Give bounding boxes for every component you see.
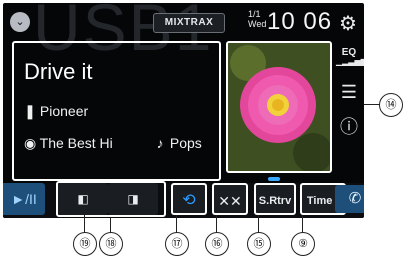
genre-row: ♪ Pops (154, 135, 202, 151)
side-icon-column: EQ ▁▂▃▅▆ ☰ ⓘ (336, 47, 364, 139)
repeat-icon: ⟲ (182, 192, 196, 209)
callout-19: ⑲ (73, 232, 97, 256)
genre-name: Pops (169, 135, 202, 151)
info-button[interactable]: ⓘ (336, 113, 362, 139)
sound-retriever-indicator (268, 177, 280, 181)
leader-line-17 (176, 215, 177, 233)
callout-15: ⑮ (247, 232, 271, 256)
artist-row: ❚ Pioneer (24, 103, 88, 120)
callout-17: ⑰ (165, 232, 189, 256)
leader-line-9 (302, 215, 303, 233)
leader-line-15 (258, 215, 259, 233)
sound-retriever-button[interactable]: S.Rtrv (254, 183, 296, 215)
phone-icon: ✆ (348, 190, 362, 207)
head-unit-screen: USB1 ⌄ MIXTRAX 1/1 Wed 10 06 ⚙ Drive it … (3, 3, 364, 218)
list-icon: ☰ (340, 82, 358, 102)
callout-16: ⑯ (205, 232, 229, 256)
clock: 10 06 (267, 8, 333, 35)
list-button[interactable]: ☰ (336, 83, 362, 101)
leader-line-14 (364, 104, 380, 105)
guitar-icon: ♪ (156, 135, 164, 151)
settings-button[interactable]: ⚙ (339, 11, 357, 36)
leader-line-16 (216, 215, 217, 233)
artist-name: Pioneer (39, 103, 89, 119)
eq-button[interactable]: EQ ▁▂▃▅▆ (336, 47, 364, 73)
repeat-button[interactable]: ⟲ (171, 183, 207, 215)
leader-line-19 (84, 215, 85, 233)
equalizer-icon: ▁▂▃▅▆ (336, 57, 364, 66)
artist-icon: ❚ (24, 103, 36, 119)
leader-line-18 (110, 218, 111, 233)
chevron-down-icon: ⌄ (15, 16, 25, 28)
date-display: 1/1 Wed (248, 9, 266, 29)
mixtrax-button[interactable]: MIXTRAX (153, 13, 225, 33)
folder-buttons-frame (56, 181, 166, 217)
disc-icon: ◉ (24, 135, 37, 151)
phone-button[interactable]: ✆ (335, 185, 364, 213)
gear-icon: ⚙ (339, 13, 357, 35)
album-row: ◉ The Best Hi (24, 135, 113, 152)
album-artwork (226, 41, 332, 173)
date-fraction: 1/1 (248, 9, 261, 19)
track-info-area[interactable]: Drive it ❚ Pioneer ◉ The Best Hi ♪ Pops (12, 41, 221, 181)
callout-14: ⑭ (379, 93, 403, 117)
source-menu-button[interactable]: ⌄ (10, 12, 30, 32)
info-icon: ⓘ (340, 117, 358, 137)
shuffle-button[interactable]: ✕✕ (212, 183, 248, 215)
callout-9: ⑨ (291, 232, 315, 256)
track-title: Drive it (24, 59, 93, 84)
album-name: The Best Hi (39, 135, 113, 151)
weekday: Wed (248, 19, 267, 29)
callout-18: ⑱ (99, 232, 123, 256)
flower-artwork-image (228, 43, 330, 171)
play-pause-button[interactable]: ►/II (3, 183, 45, 215)
